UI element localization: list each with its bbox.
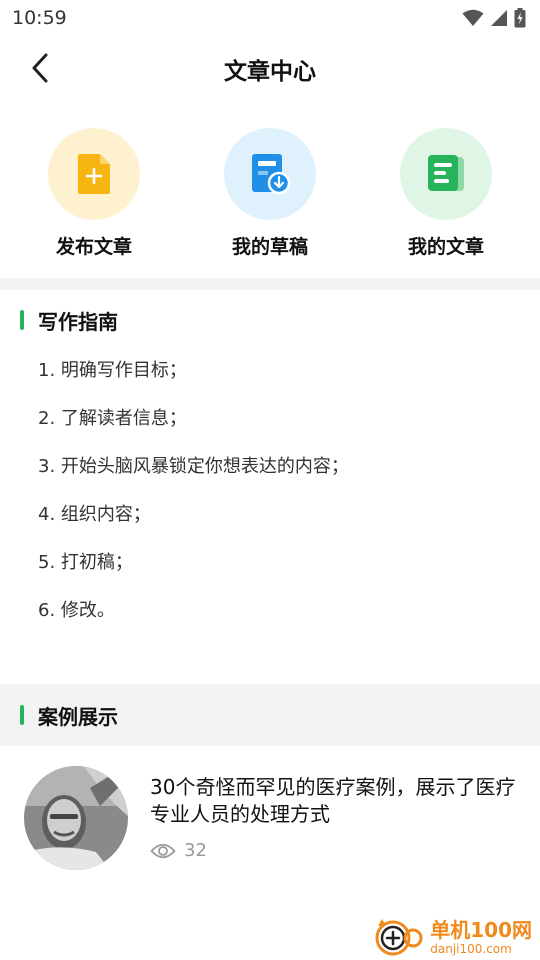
case-list-item[interactable]: 30个奇怪而罕见的医疗案例，展示了医疗专业人员的处理方式 32 [0, 746, 540, 870]
site-watermark: 单机100网 danji100.com [372, 916, 532, 958]
case-showcase-section: 案例展示 30个奇怪而罕见的医疗案例，展示了医疗专业人员的处理方式 32 [0, 684, 540, 870]
signal-icon [491, 10, 507, 26]
section-accent-bar [20, 705, 24, 725]
section-title: 案例展示 [38, 704, 118, 729]
section-header: 案例展示 [0, 684, 540, 746]
guide-item: 1. 明确写作目标； [38, 360, 187, 381]
status-time: 10:59 [12, 7, 67, 29]
shortcut-icon-bg [224, 128, 316, 220]
shortcut-icon-bg [400, 128, 492, 220]
watermark-sub: danji100.com [430, 941, 512, 956]
watermark-main: 单机100网 [430, 917, 532, 942]
draft-download-icon [252, 154, 291, 195]
writing-guide-section: 写作指南 1. 明确写作目标； 2. 了解读者信息； 3. 开始头脑风暴锁定你想… [0, 290, 540, 638]
nav-bar: 文章中心 [0, 36, 540, 102]
page-title: 文章中心 [224, 59, 316, 85]
section-header: 写作指南 [0, 290, 540, 350]
guide-item: 2. 了解读者信息； [38, 408, 187, 429]
article-list-icon [428, 155, 464, 191]
section-accent-bar [20, 310, 24, 330]
my-articles-button[interactable]: 我的文章 [376, 128, 516, 278]
case-body: 30个奇怪而罕见的医疗案例，展示了医疗专业人员的处理方式 32 [150, 766, 516, 870]
publish-article-button[interactable]: 发布文章 [24, 128, 164, 278]
battery-icon [514, 8, 526, 28]
section-divider [0, 278, 540, 290]
shortcut-label: 发布文章 [55, 236, 132, 258]
status-icons [462, 8, 526, 28]
add-file-icon [78, 154, 110, 194]
case-photo [24, 766, 128, 870]
eye-icon [150, 843, 176, 858]
guide-item: 6. 修改。 [38, 600, 115, 621]
shortcut-label: 我的草稿 [231, 236, 308, 258]
back-button[interactable] [22, 50, 58, 86]
view-count: 32 [184, 840, 207, 861]
shortcut-row: 发布文章 我的草稿 我的文章 [0, 102, 540, 278]
shortcut-icon-bg [48, 128, 140, 220]
case-title: 30个奇怪而罕见的医疗案例，展示了医疗专业人员的处理方式 [150, 775, 516, 826]
guide-item: 4. 组织内容； [38, 504, 151, 525]
my-drafts-button[interactable]: 我的草稿 [200, 128, 340, 278]
case-meta: 32 [150, 840, 516, 861]
status-bar: 10:59 [0, 0, 540, 36]
shortcut-label: 我的文章 [407, 236, 484, 258]
section-title: 写作指南 [38, 309, 118, 334]
guide-item: 5. 打初稿； [38, 552, 133, 573]
wifi-icon [462, 9, 484, 26]
watermark-text: 单机100网 danji100.com [430, 920, 532, 955]
chevron-left-icon [32, 53, 48, 83]
guide-list: 1. 明确写作目标； 2. 了解读者信息； 3. 开始头脑风暴锁定你想表达的内容… [0, 350, 540, 638]
case-thumbnail [24, 766, 128, 870]
watermark-logo-icon [375, 919, 423, 956]
guide-item: 3. 开始头脑风暴锁定你想表达的内容； [38, 456, 349, 477]
